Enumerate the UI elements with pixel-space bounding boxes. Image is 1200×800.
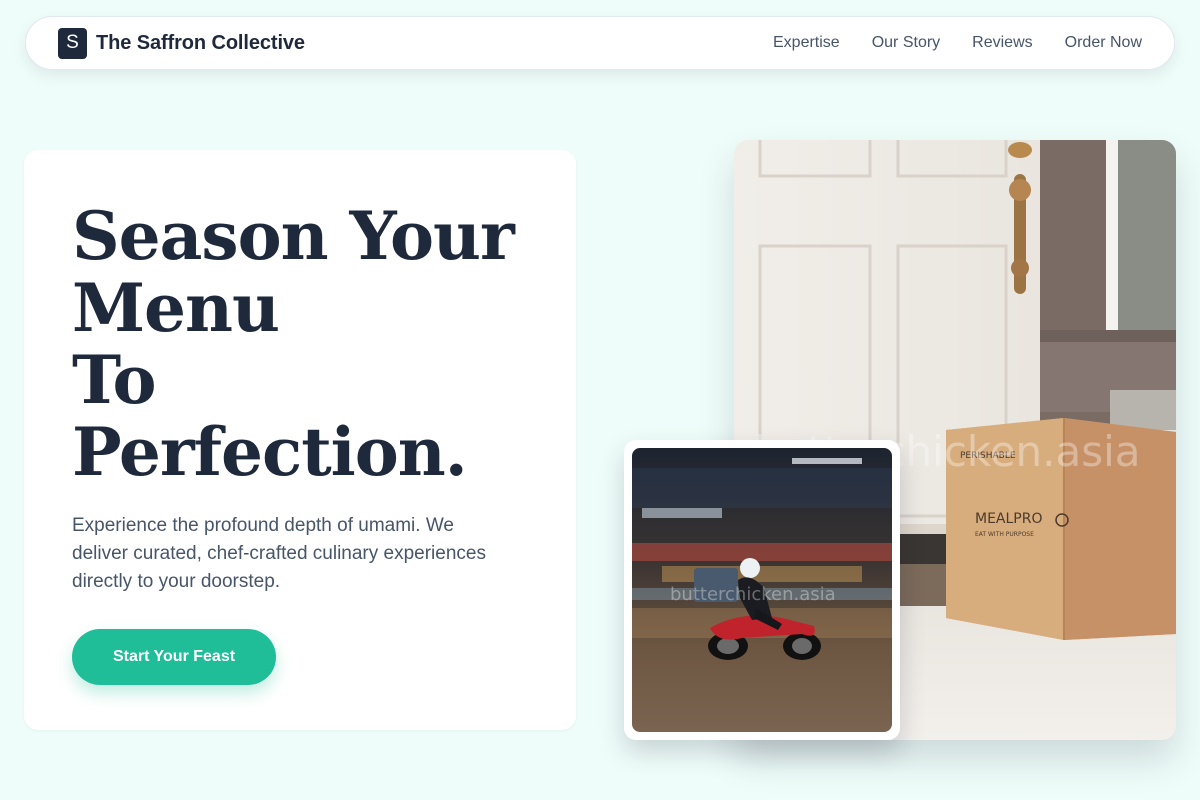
- box-tagline-text: EAT WITH PURPOSE: [975, 531, 1034, 538]
- start-feast-button[interactable]: Start Your Feast: [72, 629, 276, 685]
- brand-name: The Saffron Collective: [96, 31, 305, 54]
- nav-link-reviews[interactable]: Reviews: [972, 34, 1032, 52]
- hero-title-line: Menu: [72, 269, 280, 347]
- box-brand-text: MEALPRO: [975, 511, 1043, 527]
- brand[interactable]: S The Saffron Collective: [58, 27, 305, 59]
- nav-link-expertise[interactable]: Expertise: [773, 34, 840, 52]
- scooter-delivery-photo: butterchicken.asia: [632, 448, 892, 732]
- hero-card: Season Your Menu To Perfection. Experien…: [24, 150, 576, 730]
- nav-menu: Expertise Our Story Reviews Order Now: [773, 34, 1142, 52]
- logo-icon: S: [58, 27, 87, 59]
- hero-title: Season Your Menu To Perfection.: [72, 200, 528, 488]
- hero-title-line: Perfection.: [72, 413, 468, 491]
- small-watermark: butterchicken.asia: [670, 584, 836, 605]
- scooter-photo-frame: butterchicken.asia: [624, 440, 900, 740]
- top-navbar: S The Saffron Collective Expertise Our S…: [25, 16, 1175, 70]
- hero-title-line: Season Your: [72, 197, 515, 275]
- nav-link-order-now[interactable]: Order Now: [1065, 34, 1142, 52]
- nav-link-our-story[interactable]: Our Story: [872, 34, 940, 52]
- hero-subtitle: Experience the profound depth of umami. …: [72, 515, 486, 592]
- hero-title-line: To: [72, 341, 157, 419]
